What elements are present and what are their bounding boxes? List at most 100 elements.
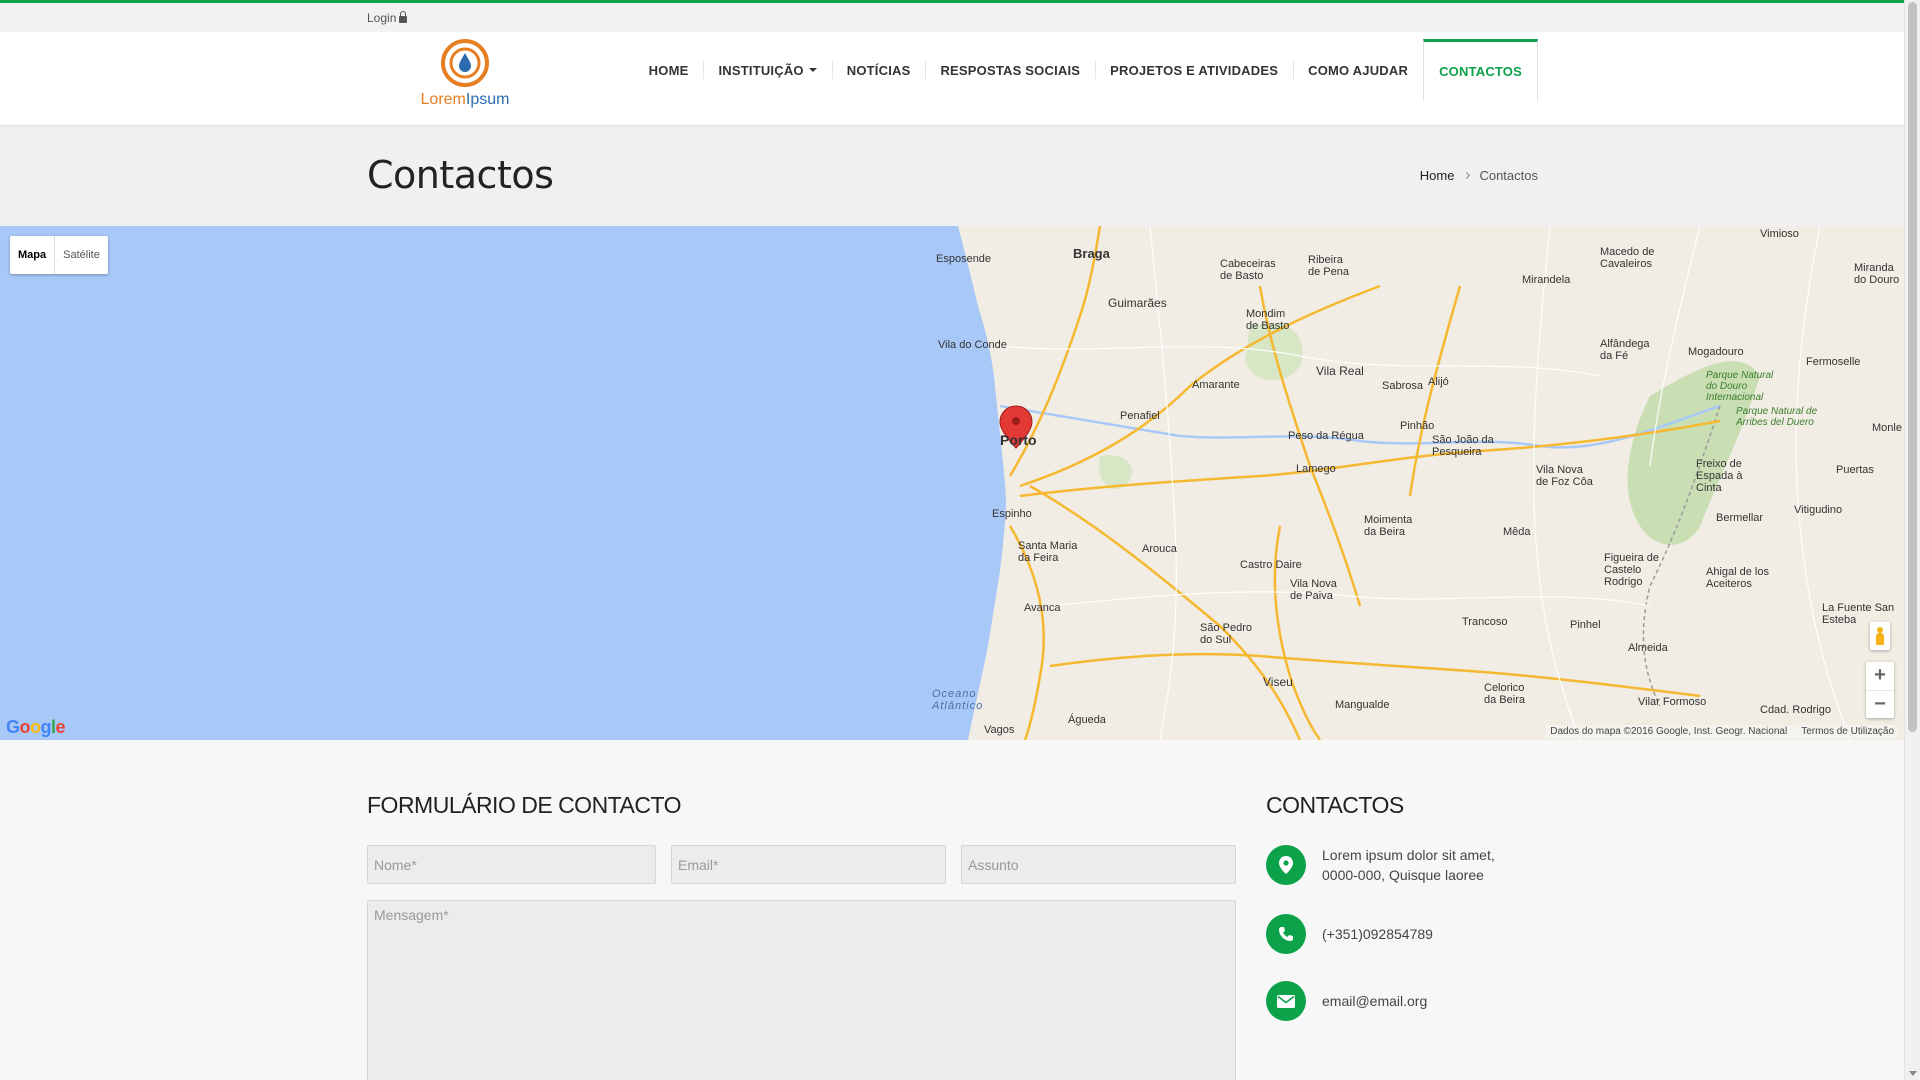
map-label-puertas: Puertas <box>1836 464 1874 476</box>
map-label-meda: Mêda <box>1503 526 1531 538</box>
map-label-penafiel: Penafiel <box>1120 410 1160 422</box>
map-type-satellite-button[interactable]: Satélite <box>55 236 108 274</box>
site-header: LoremIpsum HOME INSTITUIÇÃO NOTÍCIAS RES… <box>0 32 1904 126</box>
map-label-moimenta: Moimenta da Beira <box>1364 514 1413 538</box>
nav-como-ajudar[interactable]: COMO AJUDAR <box>1293 39 1423 101</box>
caret-down-icon <box>808 68 817 72</box>
map-label-almeida: Almeida <box>1628 642 1668 654</box>
name-field[interactable] <box>367 845 656 884</box>
zoom-out-button[interactable]: − <box>1866 690 1894 718</box>
contact-phone-text[interactable]: (+351)092854789 <box>1322 924 1433 944</box>
google-map[interactable]: Braga Guimarães Esposende Vila do Conde … <box>0 226 1904 740</box>
nav-projetos-atividades[interactable]: PROJETOS E ATIVIDADES <box>1095 39 1293 101</box>
map-label-vila-do-conde: Vila do Conde <box>938 339 1007 351</box>
google-logo[interactable]: Google <box>6 717 66 738</box>
scroll-down-arrow-icon[interactable] <box>1909 1071 1917 1076</box>
nav-home[interactable]: HOME <box>634 39 704 101</box>
envelope-icon <box>1266 981 1306 1021</box>
contact-phone: (+351)092854789 <box>1266 914 1433 954</box>
nav-instituicao-label[interactable]: INSTITUIÇÃO <box>718 63 803 78</box>
map-label-castro-daire: Castro Daire <box>1240 559 1302 571</box>
map-label-lamego: Lamego <box>1296 463 1336 475</box>
breadcrumb-home[interactable]: Home <box>1420 168 1455 183</box>
map-labels: Braga Guimarães Esposende Vila do Conde … <box>0 226 1904 740</box>
map-label-vila-real: Vila Real <box>1316 364 1364 378</box>
map-label-amarante: Amarante <box>1192 379 1240 391</box>
map-label-parque-douro: Parque Natural do Douro Internacional <box>1706 370 1774 403</box>
map-zoom-control: + − <box>1866 662 1894 718</box>
contact-email-text[interactable]: email@email.org <box>1322 991 1427 1011</box>
map-label-pinhel: Pinhel <box>1570 619 1601 631</box>
map-label-oceano: Oceano Atlântico <box>932 688 984 712</box>
message-field[interactable] <box>367 900 1236 1080</box>
map-type-map-button[interactable]: Mapa <box>10 236 56 274</box>
page-title-bar: Contactos Home Contactos <box>0 127 1904 226</box>
contact-email: email@email.org <box>1266 981 1427 1021</box>
logo-text-ipsum: Ipsum <box>465 91 510 108</box>
logo-drop-icon <box>441 39 489 87</box>
map-pin-icon <box>1266 845 1306 885</box>
login-label[interactable]: Login <box>367 11 396 25</box>
map-label-cabeceiras: Cabeceiras de Basto <box>1220 258 1276 282</box>
map-terms-link[interactable]: Termos de Utilização <box>1801 726 1894 737</box>
scrollbar-thumb[interactable] <box>1908 2 1917 732</box>
map-label-sabrosa: Sabrosa <box>1382 380 1423 392</box>
map-label-fermoselle: Fermoselle <box>1806 356 1861 368</box>
map-label-mangualde: Mangualde <box>1335 699 1390 711</box>
map-label-vila-nova-paiva: Vila Nova de Paiva <box>1290 578 1337 602</box>
map-label-macedo: Macedo de Cavaleiros <box>1600 246 1655 270</box>
subject-field[interactable] <box>961 845 1236 884</box>
contact-address-line2: 0000-000, Quisque laoree <box>1322 867 1484 883</box>
map-label-parque-arribes: Parque Natural de Arribes del Duero <box>1736 406 1818 428</box>
map-type-toggle: Mapa Satélite <box>10 236 108 274</box>
map-attribution-text: Dados do mapa ©2016 Google, Inst. Geogr.… <box>1550 726 1788 737</box>
map-label-freixo: Freixo de Espada à Cinta <box>1696 458 1743 494</box>
map-label-mirandela: Mirandela <box>1522 274 1571 286</box>
map-label-miranda: Miranda do Douro <box>1854 262 1900 286</box>
contact-form-heading: FORMULÁRIO DE CONTACTO <box>367 792 682 818</box>
map-attribution: Dados do mapa ©2016 Google, Inst. Geogr.… <box>1546 725 1898 738</box>
map-label-la-fuente: La Fuente San Esteba <box>1822 602 1895 626</box>
login-link[interactable]: Login <box>367 11 408 25</box>
map-label-sao-pedro: São Pedro do Sul <box>1200 622 1252 646</box>
phone-icon <box>1266 914 1306 954</box>
map-label-figueira: Figueira de Castelo Rodrigo <box>1604 552 1660 588</box>
contact-address-text: Lorem ipsum dolor sit amet, 0000-000, Qu… <box>1322 845 1495 885</box>
map-label-monle: Monle <box>1872 422 1902 434</box>
zoom-in-button[interactable]: + <box>1866 662 1894 690</box>
map-label-viseu: Viseu <box>1263 675 1293 689</box>
chevron-right-icon <box>1463 171 1471 180</box>
logo-text-lorem: Lorem <box>420 91 466 108</box>
breadcrumb-current: Contactos <box>1479 168 1538 183</box>
contacts-heading: CONTACTOS <box>1266 792 1404 818</box>
map-label-espinho: Espinho <box>992 508 1032 520</box>
pegman-icon[interactable] <box>1870 622 1890 650</box>
page-scrollbar[interactable] <box>1904 0 1920 1080</box>
nav-contactos[interactable]: CONTACTOS <box>1423 39 1538 101</box>
map-label-bermellar: Bermellar <box>1716 512 1764 524</box>
main-nav: HOME INSTITUIÇÃO NOTÍCIAS RESPOSTAS SOCI… <box>634 39 1538 101</box>
breadcrumb: Home Contactos <box>1420 168 1538 183</box>
map-label-vitigudino: Vitigudino <box>1794 504 1843 516</box>
map-label-mogadouro: Mogadouro <box>1688 346 1744 358</box>
contact-address-line1: Lorem ipsum dolor sit amet, <box>1322 847 1495 863</box>
nav-instituicao[interactable]: INSTITUIÇÃO <box>703 39 831 101</box>
map-label-peso-da-regua: Peso da Régua <box>1288 430 1364 442</box>
nav-respostas-sociais[interactable]: RESPOSTAS SOCIAIS <box>925 39 1095 101</box>
map-label-ribeira: Ribeira de Pena <box>1308 254 1349 278</box>
map-label-avanca: Avanca <box>1024 602 1061 614</box>
email-field[interactable] <box>671 845 946 884</box>
map-label-sao-joao: São João da Pesqueira <box>1432 434 1494 458</box>
map-label-santa-maria: Santa Maria da Feira <box>1018 540 1078 564</box>
map-label-alijo: Alijó <box>1428 376 1449 388</box>
map-label-mondim: Mondim de Basto <box>1246 308 1290 332</box>
map-label-esposende: Esposende <box>936 253 992 265</box>
nav-noticias[interactable]: NOTÍCIAS <box>831 39 926 101</box>
map-label-arouca: Arouca <box>1142 543 1177 555</box>
map-label-braga: Braga <box>1073 246 1110 261</box>
map-label-vagos: Vagos <box>984 724 1015 736</box>
map-label-alfandega: Alfândega da Fé <box>1600 338 1650 362</box>
map-label-guimaraes: Guimarães <box>1108 296 1167 310</box>
site-logo[interactable]: LoremIpsum <box>420 36 510 116</box>
top-bar: Login <box>0 0 1904 32</box>
